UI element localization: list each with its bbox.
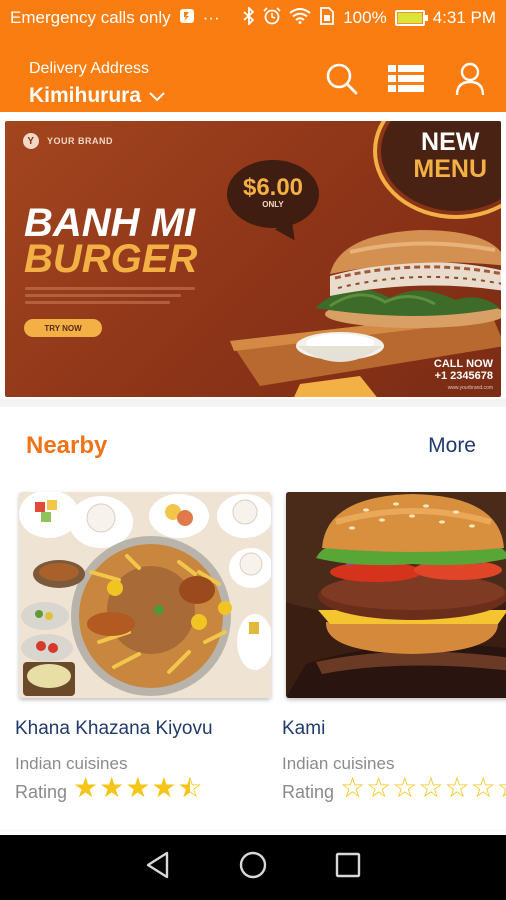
list-view-button[interactable]	[388, 63, 424, 99]
badge-line2: MENU	[413, 155, 487, 183]
notification-icon	[179, 8, 195, 29]
chevron-down-icon	[149, 84, 165, 108]
star-empty-icon: ☆	[470, 772, 496, 803]
star-empty-icon: ☆	[497, 773, 506, 803]
call-now-phone: +1 2345678	[434, 370, 493, 382]
restaurant-image	[19, 492, 271, 698]
delivery-address-label: Delivery Address	[29, 60, 150, 77]
call-now-block: CALL NOW +1 2345678 www.yourbrand.com	[434, 358, 493, 394]
more-notifications-icon: ···	[202, 8, 220, 27]
rating-stars: ☆☆☆☆☆☆☆	[340, 773, 506, 803]
wifi-icon	[289, 7, 311, 29]
back-button[interactable]	[138, 848, 178, 888]
star-empty-icon: ☆	[340, 772, 366, 803]
star-full-icon: ★	[151, 772, 177, 803]
restaurant-rating-row: Rating ☆☆☆☆☆☆☆	[282, 773, 506, 803]
banner-brand: Y YOUR BRAND	[23, 133, 113, 149]
home-icon	[238, 850, 268, 885]
restaurant-cuisine: Indian cuisines	[282, 754, 395, 773]
restaurant-name: Kami	[282, 718, 326, 739]
recents-button[interactable]	[328, 848, 368, 888]
new-menu-badge: NEW MENU	[413, 129, 487, 183]
star-full-icon: ★	[99, 772, 125, 803]
carrier-text: Emergency calls only	[10, 8, 171, 27]
rating-label: Rating	[15, 781, 68, 802]
rating-stars: ★ ★ ★ ★ ★ ☆	[73, 773, 203, 803]
banner-website: www.yourbrand.com	[447, 385, 493, 391]
promo-price: $6.00	[242, 174, 304, 201]
star-half-icon: ★ ☆	[177, 772, 203, 803]
search-icon	[325, 62, 359, 101]
star-empty-icon: ☆	[418, 772, 444, 803]
section-divider	[0, 399, 506, 407]
star-empty-icon: ☆	[392, 772, 418, 803]
profile-icon	[455, 62, 485, 101]
nearby-section-title: Nearby	[26, 432, 108, 459]
battery-level	[397, 13, 422, 23]
clock: 4:31 PM	[432, 8, 496, 27]
app-header: Delivery Address Kimihurura	[0, 36, 506, 112]
restaurant-card[interactable]: Kami Indian cuisines Rating ☆☆☆☆☆☆☆	[282, 484, 506, 824]
restaurant-rating-row: Rating ★ ★ ★ ★ ★ ☆	[15, 773, 203, 803]
status-bar: Emergency calls only ··· 100% 4:31 PM	[0, 0, 506, 36]
promo-price-note: ONLY	[262, 200, 284, 209]
try-now-button[interactable]: TRY NOW	[24, 319, 102, 337]
recents-icon	[335, 852, 361, 883]
restaurant-image	[286, 492, 506, 698]
list-view-icon	[388, 64, 424, 99]
badge-line1: NEW	[421, 128, 480, 156]
promo-banner[interactable]: Y YOUR BRAND NEW MENU $6.00 ONLY BANH MI…	[5, 121, 501, 397]
delivery-address-selector[interactable]: Kimihurura	[29, 84, 165, 108]
star-full-icon: ★	[125, 772, 151, 803]
profile-button[interactable]	[452, 62, 488, 101]
sim-icon	[319, 6, 335, 30]
bluetooth-icon	[243, 5, 255, 30]
battery-percent: 100%	[343, 8, 387, 27]
restaurant-card[interactable]: Khana Khazana Kiyovu Indian cuisines Rat…	[15, 484, 275, 824]
restaurant-cuisine: Indian cuisines	[15, 754, 128, 773]
system-nav-bar	[0, 835, 506, 900]
brand-logo: Y	[23, 133, 39, 149]
home-button[interactable]	[233, 848, 273, 888]
brand-name: YOUR BRAND	[47, 136, 114, 146]
restaurant-name: Khana Khazana Kiyovu	[15, 718, 213, 739]
battery-icon	[394, 10, 428, 26]
nearby-carousel[interactable]: Khana Khazana Kiyovu Indian cuisines Rat…	[0, 484, 506, 829]
star-empty-icon: ☆	[444, 772, 470, 803]
search-button[interactable]	[324, 63, 360, 99]
star-full-icon: ★	[73, 772, 99, 803]
star-empty-icon: ☆	[366, 772, 392, 803]
back-icon	[145, 851, 171, 884]
call-now-label: CALL NOW	[433, 358, 493, 370]
alarm-icon	[263, 6, 281, 30]
price-bubble: $6.00 ONLY	[227, 160, 319, 228]
promo-title-line2: BURGER	[24, 237, 198, 281]
delivery-city: Kimihurura	[29, 84, 142, 107]
promo-fine-print	[25, 287, 195, 308]
rating-label: Rating	[282, 781, 335, 802]
more-link[interactable]: More	[428, 434, 476, 458]
